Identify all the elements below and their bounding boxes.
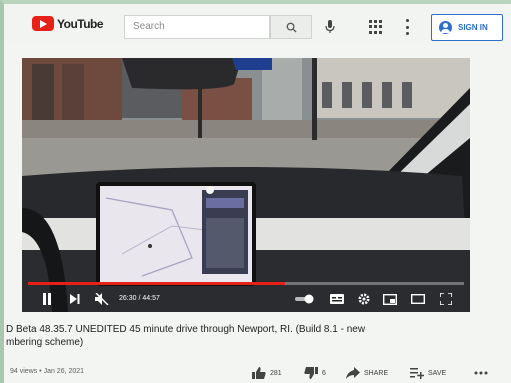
- pause-button[interactable]: [40, 290, 54, 308]
- player-controls: 26:30 / 44:57: [22, 286, 470, 312]
- thumbs-down-icon: [304, 367, 318, 379]
- subtitles-icon: [330, 294, 344, 304]
- progress-bar[interactable]: [28, 282, 464, 285]
- video-title: D Beta 48.35.7 UNEDITED 45 minute drive …: [6, 323, 502, 349]
- subtitles-button[interactable]: [328, 290, 346, 308]
- time-display: 26:30 / 44:57: [119, 295, 160, 302]
- muted-volume-icon: [95, 293, 109, 305]
- save-label: SAVE: [428, 369, 447, 377]
- dislike-button[interactable]: 6: [304, 366, 326, 380]
- thumbs-up-icon: [252, 367, 266, 379]
- gear-icon: [358, 293, 370, 305]
- video-views-date: 94 views • Jan 26, 2021: [10, 368, 85, 375]
- sign-in-button[interactable]: SIGN IN: [431, 14, 503, 41]
- play-logo-icon: [32, 16, 54, 31]
- miniplayer-button[interactable]: [382, 290, 398, 308]
- sign-in-label: SIGN IN: [458, 23, 488, 32]
- share-label: SHARE: [364, 369, 389, 377]
- progress-fill: [28, 282, 286, 285]
- settings-button[interactable]: [356, 290, 372, 308]
- theater-mode-button[interactable]: [410, 290, 426, 308]
- video-title-line-2: mbering scheme): [6, 337, 84, 348]
- pause-icon: [43, 293, 51, 305]
- video-title-line-1: D Beta 48.35.7 UNEDITED 45 minute drive …: [6, 324, 366, 335]
- playlist-add-icon: [410, 368, 424, 379]
- miniplayer-icon: [383, 293, 397, 305]
- voice-search-button[interactable]: [324, 18, 336, 36]
- share-icon: [346, 367, 360, 379]
- like-button[interactable]: 281: [252, 366, 282, 380]
- fullscreen-icon: [440, 293, 452, 305]
- search-button[interactable]: [270, 15, 312, 39]
- more-horizontal-icon: [474, 371, 488, 375]
- apps-grid-icon[interactable]: [369, 20, 383, 34]
- save-button[interactable]: SAVE: [410, 366, 446, 380]
- like-count: 281: [270, 369, 282, 377]
- microphone-icon: [325, 20, 335, 33]
- logo-text: YouTube: [57, 16, 104, 31]
- autoplay-toggle-icon: [295, 294, 314, 304]
- next-button[interactable]: [68, 290, 82, 308]
- more-actions-button[interactable]: [474, 366, 488, 380]
- share-button[interactable]: SHARE: [346, 366, 388, 380]
- fullscreen-button[interactable]: [438, 290, 454, 308]
- account-icon: [439, 21, 452, 34]
- video-frame: [22, 58, 470, 312]
- search-icon: [286, 22, 297, 33]
- next-icon: [70, 294, 80, 304]
- autoplay-toggle[interactable]: [294, 290, 316, 308]
- video-player[interactable]: 26:30 / 44:57: [22, 58, 470, 312]
- youtube-logo[interactable]: YouTube: [32, 16, 104, 31]
- search-input[interactable]: Search: [124, 15, 270, 39]
- mute-button[interactable]: [94, 290, 110, 308]
- masthead: YouTube Search SIGN IN: [4, 4, 507, 46]
- more-options-icon[interactable]: [406, 19, 410, 35]
- dislike-count: 6: [322, 369, 326, 377]
- theater-mode-icon: [411, 294, 425, 304]
